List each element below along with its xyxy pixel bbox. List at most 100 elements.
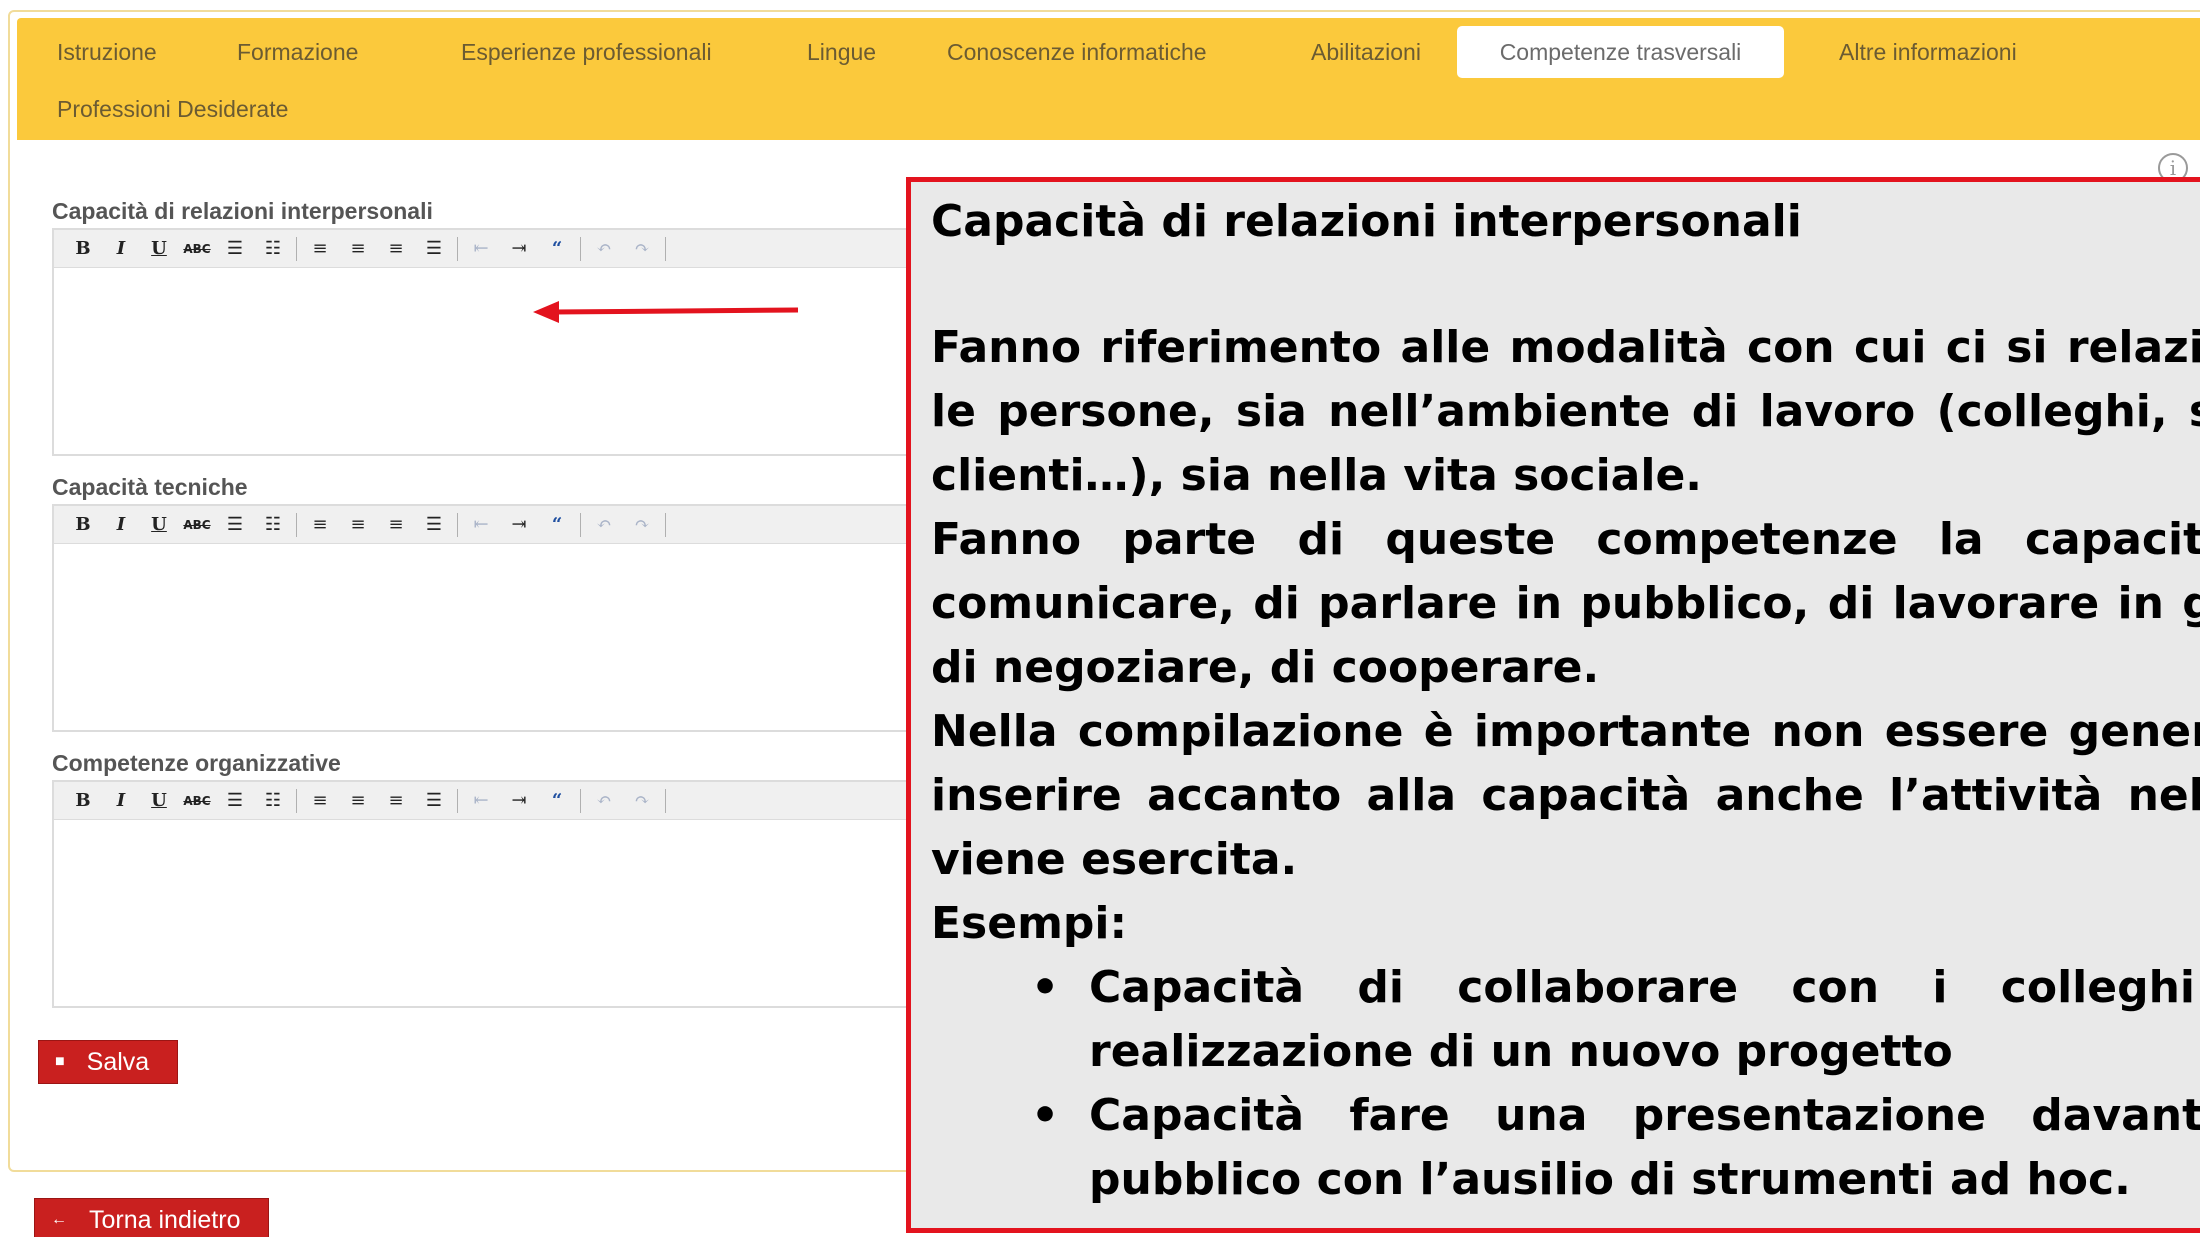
field-label-organizzative: Competenze organizzative bbox=[52, 750, 341, 776]
tab-competenze-trasversali[interactable]: Competenze trasversali bbox=[1457, 26, 1784, 78]
strikethrough-icon[interactable]: ABC bbox=[178, 510, 216, 540]
bullet-list-icon[interactable]: ☰ bbox=[216, 786, 254, 816]
bullet-list-icon[interactable]: ☰ bbox=[216, 234, 254, 264]
overlay-bullet-line: Capacità di collaborare con i colleghi n… bbox=[1089, 962, 2200, 1013]
bullet-icon: • bbox=[1031, 962, 1060, 1013]
toolbar-divider bbox=[580, 236, 581, 261]
back-button-label: Torna indietro bbox=[89, 1205, 241, 1234]
redo-icon[interactable]: ↷ bbox=[623, 510, 661, 540]
tab-esperienze-professionali[interactable]: Esperienze professionali bbox=[437, 26, 736, 78]
strikethrough-icon[interactable]: ABC bbox=[178, 786, 216, 816]
tab-altre-informazioni[interactable]: Altre informazioni bbox=[1815, 26, 2041, 78]
explanation-overlay: Capacità di relazioni interpersonali Fan… bbox=[906, 177, 2200, 1233]
align-right-icon[interactable]: ≡ bbox=[377, 510, 415, 540]
overlay-text-line: inserire accanto alla capacità anche l’a… bbox=[931, 770, 2200, 821]
align-justify-icon[interactable]: ☰ bbox=[415, 510, 453, 540]
overlay-text-line: clienti…), sia nella vita sociale. bbox=[931, 450, 1703, 501]
align-right-icon[interactable]: ≡ bbox=[377, 234, 415, 264]
tab-conoscenze-informatiche[interactable]: Conoscenze informatiche bbox=[923, 26, 1231, 78]
tab-professioni-desiderate[interactable]: Professioni Desiderate bbox=[33, 83, 312, 135]
toolbar-divider bbox=[296, 236, 297, 261]
indent-icon[interactable]: ⇥ bbox=[500, 786, 538, 816]
tab-lingue[interactable]: Lingue bbox=[783, 26, 900, 78]
editor-text-area-tecniche[interactable] bbox=[54, 544, 930, 730]
editor-text-area-organizzative[interactable] bbox=[54, 820, 930, 1006]
overlay-bullet-line: Capacità fare una presentazione davanti … bbox=[1089, 1090, 2200, 1141]
align-left-icon[interactable]: ≡ bbox=[301, 510, 339, 540]
italic-icon[interactable]: I bbox=[102, 510, 140, 540]
align-center-icon[interactable]: ≡ bbox=[339, 510, 377, 540]
numbered-list-icon[interactable]: ☷ bbox=[254, 786, 292, 816]
toolbar-divider bbox=[665, 236, 666, 261]
save-button-label: Salva bbox=[86, 1047, 150, 1076]
align-center-icon[interactable]: ≡ bbox=[339, 786, 377, 816]
editor-toolbar: B I U ABC ☰ ☷ ≡ ≡ ≡ ☰ ⇤ ⇥ “ ↶ ↷ bbox=[54, 782, 930, 820]
italic-icon[interactable]: I bbox=[102, 786, 140, 816]
bullet-icon: • bbox=[1031, 1090, 1060, 1141]
blockquote-icon[interactable]: “ bbox=[538, 786, 576, 816]
annotation-arrow-icon bbox=[533, 301, 799, 323]
overlay-text-line: Fanno riferimento alle modalità con cui … bbox=[931, 322, 2200, 373]
bold-icon[interactable]: B bbox=[64, 234, 102, 264]
editor-toolbar: B I U ABC ☰ ☷ ≡ ≡ ≡ ☰ ⇤ ⇥ “ ↶ ↷ bbox=[54, 506, 930, 544]
undo-icon[interactable]: ↶ bbox=[585, 510, 623, 540]
arrow-left-icon: ← bbox=[51, 1211, 67, 1228]
toolbar-divider bbox=[457, 512, 458, 537]
bold-icon[interactable]: B bbox=[64, 510, 102, 540]
field-label-tecniche: Capacità tecniche bbox=[52, 474, 248, 500]
strikethrough-icon[interactable]: ABC bbox=[178, 234, 216, 264]
overlay-bullet-line: pubblico con l’ausilio di strumenti ad h… bbox=[1089, 1154, 2131, 1205]
indent-icon[interactable]: ⇥ bbox=[500, 234, 538, 264]
align-center-icon[interactable]: ≡ bbox=[339, 234, 377, 264]
tab-istruzione[interactable]: Istruzione bbox=[33, 26, 181, 78]
toolbar-divider bbox=[296, 512, 297, 537]
bold-icon[interactable]: B bbox=[64, 786, 102, 816]
overlay-text-line: comunicare, di parlare in pubblico, di l… bbox=[931, 578, 2200, 629]
align-left-icon[interactable]: ≡ bbox=[301, 234, 339, 264]
tab-formazione[interactable]: Formazione bbox=[213, 26, 382, 78]
toolbar-divider bbox=[457, 788, 458, 813]
tab-abilitazioni[interactable]: Abilitazioni bbox=[1287, 26, 1445, 78]
overlay-text-line: Fanno parte di queste competenze la capa… bbox=[931, 514, 2200, 565]
toolbar-divider bbox=[580, 512, 581, 537]
editor-tecniche: B I U ABC ☰ ☷ ≡ ≡ ≡ ☰ ⇤ ⇥ “ ↶ ↷ bbox=[52, 504, 932, 732]
align-left-icon[interactable]: ≡ bbox=[301, 786, 339, 816]
outdent-icon[interactable]: ⇤ bbox=[462, 786, 500, 816]
blockquote-icon[interactable]: “ bbox=[538, 510, 576, 540]
align-justify-icon[interactable]: ☰ bbox=[415, 786, 453, 816]
undo-icon[interactable]: ↶ bbox=[585, 234, 623, 264]
numbered-list-icon[interactable]: ☷ bbox=[254, 510, 292, 540]
save-button[interactable]: ■ Salva bbox=[38, 1040, 179, 1084]
tab-bar: Istruzione Formazione Esperienze profess… bbox=[17, 18, 2200, 140]
editor-relazioni: B I U ABC ☰ ☷ ≡ ≡ ≡ ☰ ⇤ ⇥ “ ↶ ↷ bbox=[52, 228, 932, 456]
back-button[interactable]: ← Torna indietro bbox=[34, 1198, 270, 1237]
toolbar-divider bbox=[580, 788, 581, 813]
toolbar-divider bbox=[665, 512, 666, 537]
overlay-text-line: le persone, sia nell’ambiente di lavoro … bbox=[931, 386, 2200, 437]
underline-icon[interactable]: U bbox=[140, 234, 178, 264]
redo-icon[interactable]: ↷ bbox=[623, 786, 661, 816]
overlay-text-line: di negoziare, di cooperare. bbox=[931, 642, 1600, 693]
overlay-text-line: Nella compilazione è importante non esse… bbox=[931, 706, 2200, 757]
underline-icon[interactable]: U bbox=[140, 510, 178, 540]
underline-icon[interactable]: U bbox=[140, 786, 178, 816]
indent-icon[interactable]: ⇥ bbox=[500, 510, 538, 540]
field-label-relazioni: Capacità di relazioni interpersonali bbox=[52, 198, 433, 224]
toolbar-divider bbox=[457, 236, 458, 261]
align-right-icon[interactable]: ≡ bbox=[377, 786, 415, 816]
floppy-disk-icon: ■ bbox=[55, 1053, 65, 1070]
overlay-bullet-line: realizzazione di un nuovo progetto bbox=[1089, 1026, 1953, 1077]
numbered-list-icon[interactable]: ☷ bbox=[254, 234, 292, 264]
overlay-title: Capacità di relazioni interpersonali bbox=[931, 196, 1802, 247]
redo-icon[interactable]: ↷ bbox=[623, 234, 661, 264]
align-justify-icon[interactable]: ☰ bbox=[415, 234, 453, 264]
toolbar-divider bbox=[665, 788, 666, 813]
blockquote-icon[interactable]: “ bbox=[538, 234, 576, 264]
italic-icon[interactable]: I bbox=[102, 234, 140, 264]
bullet-list-icon[interactable]: ☰ bbox=[216, 510, 254, 540]
undo-icon[interactable]: ↶ bbox=[585, 786, 623, 816]
overlay-text-line: Esempi: bbox=[931, 898, 1128, 949]
editor-toolbar: B I U ABC ☰ ☷ ≡ ≡ ≡ ☰ ⇤ ⇥ “ ↶ ↷ bbox=[54, 230, 930, 268]
outdent-icon[interactable]: ⇤ bbox=[462, 510, 500, 540]
outdent-icon[interactable]: ⇤ bbox=[462, 234, 500, 264]
